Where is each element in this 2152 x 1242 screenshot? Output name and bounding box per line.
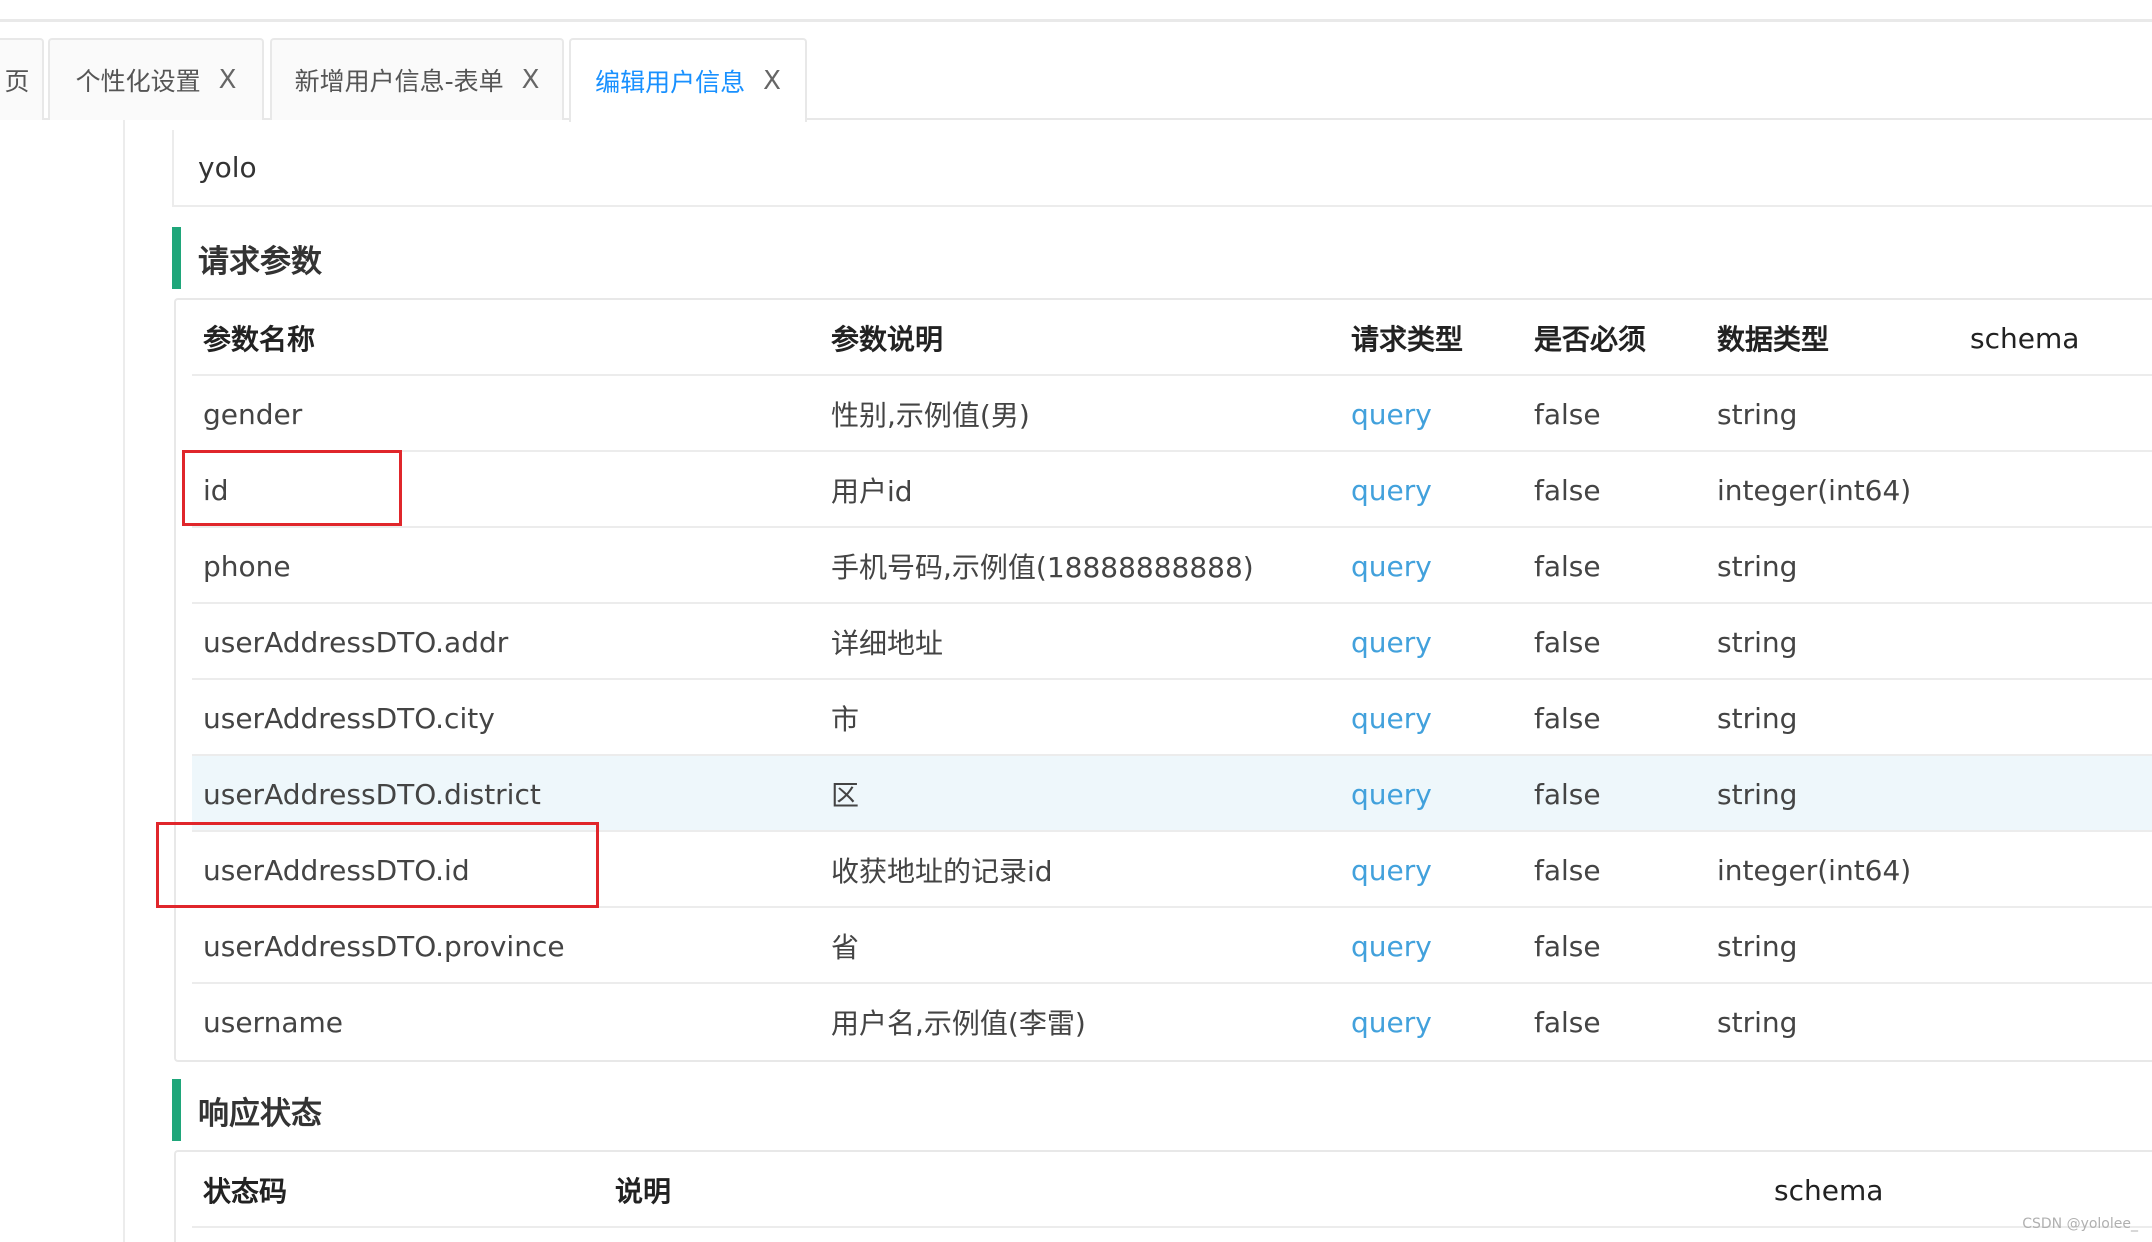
section-title-request-params: 请求参数 — [172, 227, 772, 289]
param-data-type: string — [1717, 549, 1798, 583]
param-data-type: string — [1717, 397, 1798, 431]
param-desc: 用户名,示例值(李雷) — [831, 1007, 1086, 1040]
param-desc: 区 — [831, 779, 860, 812]
table-row: userAddressDTO.city 市 query false string — [192, 680, 2152, 756]
param-data-type: string — [1717, 929, 1798, 963]
table-row-highlighted: userAddressDTO.district 区 query false st… — [192, 756, 2152, 832]
close-icon[interactable]: X — [522, 65, 540, 95]
request-params-table: 参数名称 参数说明 请求类型 是否必须 数据类型 schema gender 性… — [174, 298, 2152, 1062]
tab-add-user-form[interactable]: 新增用户信息-表单 X — [270, 38, 564, 120]
tab-edit-user[interactable]: 编辑用户信息 X — [569, 38, 807, 122]
table-row: id 用户id query false integer(int64) — [192, 452, 2152, 528]
header-schema: schema — [1774, 1173, 1884, 1207]
section-title-response-status: 响应状态 — [172, 1079, 772, 1141]
param-request-type-link[interactable]: query — [1351, 376, 1432, 452]
param-desc: 用户id — [831, 475, 913, 508]
close-icon[interactable]: X — [219, 65, 237, 95]
top-strip — [0, 0, 2152, 22]
param-request-type-link[interactable]: query — [1351, 756, 1432, 832]
param-data-type: integer(int64) — [1717, 473, 1912, 507]
param-required: false — [1534, 929, 1601, 963]
table-row: phone 手机号码,示例值(18888888888) query false … — [192, 528, 2152, 604]
param-name: username — [203, 1005, 343, 1039]
header-description: 说明 — [615, 1175, 672, 1208]
param-name: userAddressDTO.province — [203, 929, 565, 963]
param-required: false — [1534, 853, 1601, 887]
param-data-type: integer(int64) — [1717, 853, 1912, 887]
param-required: false — [1534, 701, 1601, 735]
param-request-type-link[interactable]: query — [1351, 528, 1432, 604]
section-title-text: 响应状态 — [198, 1095, 322, 1132]
param-required: false — [1534, 473, 1601, 507]
section-title-text: 请求参数 — [198, 243, 322, 280]
table-row: username 用户名,示例值(李雷) query false string — [192, 984, 2152, 1060]
tab-label: 编辑用户信息 — [595, 68, 746, 97]
close-icon[interactable]: X — [763, 66, 781, 96]
table-row: userAddressDTO.addr 详细地址 query false str… — [192, 604, 2152, 680]
header-required: 是否必须 — [1534, 323, 1647, 356]
param-request-type-link[interactable]: query — [1351, 832, 1432, 908]
param-request-type-link[interactable]: query — [1351, 984, 1432, 1060]
header-data-type: 数据类型 — [1717, 323, 1830, 356]
param-desc: 收获地址的记录id — [831, 855, 1053, 888]
sidebar — [0, 120, 125, 1242]
param-data-type: string — [1717, 777, 1798, 811]
tab-personal-settings[interactable]: 个性化设置 X — [48, 38, 264, 120]
api-doc-page: 页 个性化设置 X 新增用户信息-表单 X 编辑用户信息 X yolo 请求参数… — [0, 0, 2152, 1242]
table-header-row: 状态码 说明 schema — [192, 1152, 2152, 1228]
header-param-desc: 参数说明 — [831, 323, 944, 356]
table-row: userAddressDTO.province 省 query false st… — [192, 908, 2152, 984]
header-param-name: 参数名称 — [203, 323, 316, 356]
table-header-row: 参数名称 参数说明 请求类型 是否必须 数据类型 schema — [192, 300, 2152, 376]
tab-home[interactable]: 页 — [0, 38, 44, 120]
tab-label: 个性化设置 — [75, 67, 201, 96]
param-name: userAddressDTO.city — [203, 701, 495, 735]
param-data-type: string — [1717, 701, 1798, 735]
header-schema: schema — [1970, 321, 2080, 355]
tab-label: 页 — [4, 67, 30, 96]
annotation-box-id — [182, 450, 402, 526]
param-name: gender — [203, 397, 303, 431]
tab-bar: 页 个性化设置 X 新增用户信息-表单 X 编辑用户信息 X — [0, 38, 2152, 122]
response-status-table: 状态码 说明 schema — [174, 1150, 2152, 1242]
param-desc: 市 — [831, 703, 860, 736]
param-required: false — [1534, 397, 1601, 431]
param-request-type-link[interactable]: query — [1351, 680, 1432, 756]
header-status-code: 状态码 — [203, 1175, 288, 1208]
param-request-type-link[interactable]: query — [1351, 908, 1432, 984]
url-text: yolo — [198, 151, 257, 184]
param-desc: 省 — [831, 931, 860, 964]
param-request-type-link[interactable]: query — [1351, 452, 1432, 528]
annotation-box-address-id — [156, 822, 599, 908]
param-desc: 性别,示例值(男) — [831, 399, 1030, 432]
param-required: false — [1534, 625, 1601, 659]
param-required: false — [1534, 1005, 1601, 1039]
param-request-type-link[interactable]: query — [1351, 604, 1432, 680]
header-request-type: 请求类型 — [1351, 323, 1464, 356]
param-required: false — [1534, 549, 1601, 583]
url-display: yolo — [172, 130, 2152, 207]
tab-label: 新增用户信息-表单 — [294, 67, 504, 96]
param-data-type: string — [1717, 1005, 1798, 1039]
param-data-type: string — [1717, 625, 1798, 659]
param-name: phone — [203, 549, 291, 583]
watermark: CSDN @yololee_ — [2022, 1216, 2138, 1232]
param-name: userAddressDTO.addr — [203, 625, 509, 659]
param-desc: 手机号码,示例值(18888888888) — [831, 551, 1254, 584]
param-required: false — [1534, 777, 1601, 811]
param-name: userAddressDTO.district — [203, 777, 541, 811]
table-row: gender 性别,示例值(男) query false string — [192, 376, 2152, 452]
param-desc: 详细地址 — [831, 627, 944, 660]
